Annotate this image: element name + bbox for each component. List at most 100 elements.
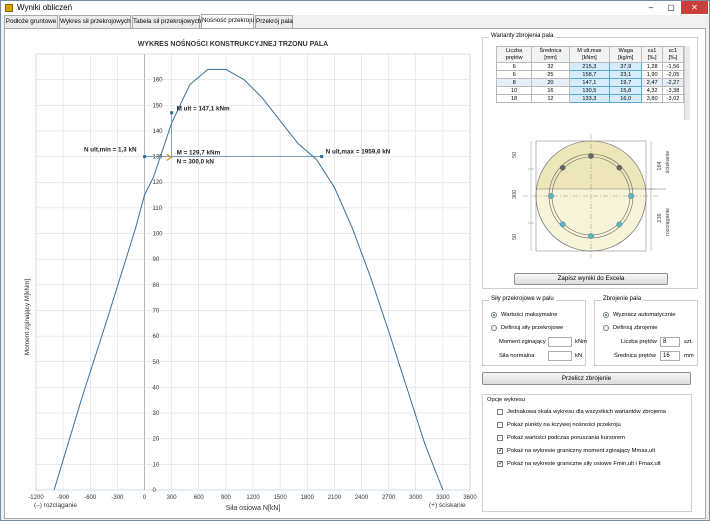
variants-cell: 12 — [531, 94, 570, 103]
y-tick-label: 160 — [153, 78, 164, 84]
variants-cell: 19,7 — [609, 78, 643, 87]
variants-row[interactable]: 10 16 130,5 15,8 4,32 -3,38 — [495, 86, 684, 95]
variants-cell: 147,1 — [568, 78, 611, 87]
diam-input[interactable]: 16 — [660, 351, 680, 361]
rebar-dot — [628, 193, 634, 199]
y-tick-label: 110 — [153, 206, 163, 212]
bars-unit: szt. — [684, 339, 694, 345]
variants-header-cell[interactable]: εs1 [‰] — [641, 46, 664, 63]
capacity-chart: WYKRES NOŚNOŚCI KONSTRUKCYJNEJ TRZONU PA… — [24, 39, 477, 512]
option-checkbox[interactable]: ✓ — [497, 448, 503, 454]
variants-row[interactable]: 6 25 158,7 23,1 1,90 -2,05 — [495, 70, 684, 79]
x-tick-label: 3000 — [409, 495, 423, 501]
forces-group: Siły przekrojowe w palu Wartości maksyma… — [482, 296, 587, 366]
variants-cell: 158,7 — [568, 70, 611, 79]
x-tick-label: 2100 — [328, 495, 342, 501]
y-tick-label: 50 — [153, 360, 160, 366]
tab-wykres-sil[interactable]: Wykres sił przekrojowych — [59, 15, 131, 28]
option-label: Jednakowa skala wykresu dla wszystkich w… — [507, 409, 666, 415]
x-axis-label: Siła osiowa N[kN] — [226, 505, 281, 512]
variants-header-cell[interactable]: εc1 [‰] — [662, 46, 684, 63]
dim-mid: 300 — [512, 190, 518, 199]
variants-scrollbar[interactable] — [684, 46, 690, 120]
minimize-button[interactable]: – — [641, 1, 661, 14]
variants-cell: 130,5 — [568, 86, 611, 95]
moment-input[interactable] — [548, 337, 572, 347]
variants-header-cell[interactable]: Waga [kg/m] — [609, 46, 643, 63]
tab-tabela-sil[interactable]: Tabela sił przekrojowych — [132, 15, 201, 28]
reinf-define-radio[interactable] — [603, 325, 609, 331]
forces-max-radio[interactable] — [491, 312, 497, 318]
variants-header-cell[interactable]: Liczba prętów — [495, 46, 533, 63]
limit-marker — [170, 111, 174, 115]
normal-input[interactable] — [548, 351, 572, 361]
tab-content: WYKRES NOŚNOŚCI KONSTRUKCYJNEJ TRZONU PA… — [4, 28, 706, 519]
limit-marker — [143, 155, 147, 159]
y-tick-label: 90 — [153, 257, 160, 263]
dim-top: 50 — [512, 152, 518, 158]
normal-unit: kN — [575, 353, 583, 359]
variants-cell: 6 — [495, 62, 533, 71]
variants-row[interactable]: 8 20 147,1 19,7 2,47 -2,27 — [495, 78, 684, 87]
cross-section-drawing: 50 300 50 164 236 ściskanie rozciąganie — [512, 134, 671, 258]
variants-row[interactable]: 6 32 215,3 37,9 1,28 -1,56 — [495, 62, 684, 71]
variants-cell: 37,9 — [609, 62, 643, 71]
variants-header-cell[interactable]: M ult,max [kNm] — [568, 46, 611, 63]
x-tick-label: 900 — [221, 495, 232, 501]
variants-cell: 6 — [495, 70, 533, 79]
y-tick-label: 30 — [153, 411, 160, 417]
diam-label: Średnica prętów — [614, 353, 656, 359]
variants-cell: 20 — [531, 78, 570, 87]
variants-cell: 16 — [531, 86, 570, 95]
x-tick-label: 0 — [143, 495, 147, 501]
recalculate-button[interactable]: Przelicz zbrojenie — [482, 372, 691, 385]
y-tick-label: 130 — [153, 155, 164, 161]
variants-row[interactable]: 18 12 133,3 16,0 3,80 -3,02 — [495, 94, 684, 103]
dim-bot: 50 — [512, 234, 518, 240]
dim-tension: 236 — [657, 213, 663, 222]
reinf-auto-radio[interactable] — [603, 312, 609, 318]
tab-nosnosc[interactable]: Nośność przekroju — [201, 14, 254, 28]
x-tick-label: 600 — [194, 495, 205, 501]
y-tick-label: 40 — [153, 385, 160, 391]
variants-cell: 133,3 — [568, 94, 611, 103]
rebar-dot — [588, 233, 594, 239]
y-tick-label: 10 — [153, 462, 160, 468]
export-excel-button[interactable]: Zapisz wyniki do Excela — [514, 273, 668, 285]
normal-label: Siła normalna — [499, 353, 535, 359]
variants-cell: -2,27 — [662, 78, 684, 87]
x-note-compression: (+) ściskanie — [429, 502, 466, 509]
chart-options-group: Opcje wykresu Jednakowa skala wykresu dl… — [482, 394, 692, 512]
option-checkbox[interactable] — [497, 435, 503, 441]
variants-cell: 2,47 — [641, 78, 664, 87]
forces-define-radio[interactable] — [491, 325, 497, 331]
y-tick-label: 150 — [153, 103, 164, 109]
rebar-dot — [616, 164, 623, 171]
forces-define-label: Definiuj siły przekrojowe — [501, 325, 564, 331]
variants-cell: 10 — [495, 86, 533, 95]
x-tick-label: 1500 — [273, 495, 287, 501]
variants-cell: 23,1 — [609, 70, 643, 79]
variants-cell: 32 — [531, 62, 570, 71]
variants-cell: 1,90 — [641, 70, 664, 79]
option-checkbox[interactable] — [497, 409, 503, 415]
tab-przekroj[interactable]: Przekrój pala — [255, 15, 293, 28]
chart-title: WYKRES NOŚNOŚCI KONSTRUKCYJNEJ TRZONU PA… — [138, 39, 328, 48]
mult-label: M ult = 147,1 kNm — [177, 106, 230, 113]
forces-title: Siły przekrojowe w palu — [489, 296, 556, 302]
option-checkbox[interactable]: ✓ — [497, 461, 503, 467]
bars-label: Liczba prętów — [621, 339, 657, 345]
variants-cell: 3,80 — [641, 94, 664, 103]
variants-header-cell[interactable]: Średnica [mm] — [531, 46, 570, 63]
x-tick-label: 2400 — [355, 495, 369, 501]
x-tick-label: 2700 — [382, 495, 396, 501]
close-button[interactable]: ✕ — [681, 1, 708, 14]
tab-podloze[interactable]: Podłoże gruntowe — [4, 15, 58, 28]
y-tick-label: 80 — [153, 283, 160, 289]
variants-cell: -3,38 — [662, 86, 684, 95]
y-tick-label: 20 — [153, 437, 160, 443]
option-checkbox[interactable] — [497, 422, 503, 428]
maximize-button[interactable]: ▢ — [661, 1, 681, 14]
x-tick-label: -1200 — [28, 495, 44, 501]
bars-input[interactable]: 8 — [660, 337, 680, 347]
